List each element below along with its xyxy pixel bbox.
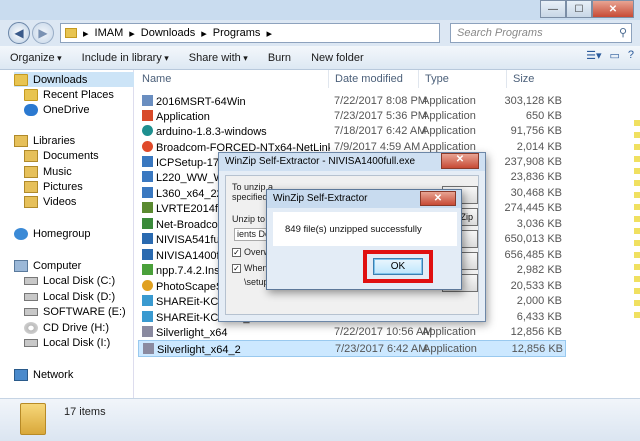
burn-button[interactable]: Burn (258, 52, 301, 64)
app-icon (142, 249, 153, 260)
navigation-pane: Downloads Recent Places OneDrive Librari… (0, 70, 134, 398)
message-box-close-button[interactable]: ✕ (420, 191, 456, 206)
silverlight-icon (143, 343, 154, 354)
nav-network[interactable]: Network (14, 367, 73, 382)
documents-icon (24, 149, 38, 162)
ok-button[interactable]: OK (373, 258, 423, 275)
nav-recent-places[interactable]: Recent Places (24, 87, 114, 102)
search-placeholder: Search Programs (457, 27, 543, 39)
computer-icon (14, 259, 28, 272)
message-box-title: WinZip Self-Extractor ✕ (267, 190, 461, 208)
hard-disk-icon (24, 338, 38, 347)
nav-drive-i[interactable]: Local Disk (I:) (24, 335, 110, 350)
help-icon[interactable]: ? (628, 49, 634, 62)
app-icon (142, 110, 153, 121)
back-button[interactable]: ◀ (8, 22, 30, 44)
new-folder-button[interactable]: New folder (301, 52, 374, 64)
dialog-close-button[interactable]: ✕ (441, 153, 479, 169)
file-row-selected[interactable]: Silverlight_x64_2 7/23/2017 6:42 AM Applic… (138, 340, 566, 357)
breadcrumb-imam[interactable]: IMAM (95, 27, 124, 39)
status-bar: 17 items (0, 398, 640, 441)
nav-documents[interactable]: Documents (24, 148, 99, 163)
downloads-folder-icon (14, 73, 28, 86)
hard-disk-icon (24, 292, 38, 301)
nav-pictures[interactable]: Pictures (24, 179, 83, 194)
message-area: 849 file(s) unzipped successfully (273, 212, 457, 246)
nav-libraries[interactable]: Libraries (14, 133, 75, 148)
column-header-date[interactable]: Date modified (328, 70, 418, 88)
forward-button[interactable]: ▶ (32, 22, 54, 44)
homegroup-icon (14, 227, 28, 240)
silverlight-icon (142, 326, 153, 337)
breadcrumb-programs[interactable]: Programs (213, 27, 261, 39)
organize-button[interactable]: Organize (0, 52, 72, 64)
app-icon (142, 95, 153, 106)
message-text: 849 file(s) unzipped successfully (285, 224, 422, 235)
file-row[interactable]: arduino-1.8.3-windows 7/18/2017 6:42 AM Ap… (138, 123, 566, 140)
hard-disk-icon (24, 307, 38, 316)
network-icon (14, 368, 28, 381)
folder-icon (65, 28, 77, 38)
command-bar: Organize Include in library Share with B… (0, 46, 640, 70)
column-header-type[interactable]: Type (418, 70, 508, 88)
app-icon (142, 171, 153, 182)
forward-arrow-icon: ▶ (38, 26, 48, 40)
breadcrumb-downloads[interactable]: Downloads (141, 27, 195, 39)
title-bar: — ☐ ✕ (0, 0, 640, 20)
item-count: 17 items (64, 406, 106, 418)
view-options-icon[interactable]: ☰▾ (586, 49, 601, 62)
overwrite-checkbox[interactable]: ✓ (232, 248, 241, 257)
close-button[interactable]: ✕ (592, 0, 634, 18)
music-icon (24, 165, 38, 178)
nav-music[interactable]: Music (24, 164, 72, 179)
share-with-button[interactable]: Share with (179, 52, 258, 64)
app-icon (142, 156, 153, 167)
nav-homegroup[interactable]: Homegroup (14, 226, 90, 241)
dialog-title: WinZip Self-Extractor - NIVISA1400full.e… (219, 153, 485, 171)
nav-drive-d[interactable]: Local Disk (D:) (24, 289, 115, 304)
nav-downloads[interactable]: Downloads (14, 72, 134, 87)
search-icon: ⚲ (618, 27, 627, 39)
column-header-size[interactable]: Size (506, 70, 566, 88)
nav-drive-h[interactable]: CD Drive (H:) (24, 320, 109, 335)
nav-onedrive[interactable]: OneDrive (24, 102, 89, 117)
recent-places-icon (24, 88, 38, 101)
nav-drive-c[interactable]: Local Disk (C:) (24, 273, 115, 288)
cd-drive-icon (24, 321, 38, 334)
shareit-icon (142, 311, 153, 322)
photoscape-icon (142, 280, 153, 291)
nav-videos[interactable]: Videos (24, 194, 76, 209)
address-row: ◀ ▶ ▸ IMAM ▸ Downloads ▸ Programs ▸ ↻ Se… (0, 20, 640, 46)
minimize-button[interactable]: — (540, 0, 566, 18)
search-input[interactable]: Search Programs ⚲ (450, 23, 632, 43)
shareit-icon (142, 295, 153, 306)
onedrive-icon (24, 103, 38, 116)
background-window-edge (634, 120, 640, 320)
videos-icon (24, 195, 38, 208)
libraries-icon (14, 134, 28, 147)
when-done-checkbox[interactable]: ✓ (232, 264, 241, 273)
app-icon (142, 233, 153, 244)
nav-computer[interactable]: Computer (14, 258, 81, 273)
preview-pane-icon[interactable]: ▭ (609, 49, 619, 62)
pictures-icon (24, 180, 38, 193)
breadcrumb[interactable]: ▸ IMAM ▸ Downloads ▸ Programs ▸ ↻ (60, 23, 492, 43)
folder-icon (20, 403, 46, 435)
app-icon (142, 141, 153, 152)
ok-highlight-box: OK (363, 250, 433, 283)
include-in-library-button[interactable]: Include in library (72, 52, 179, 64)
app-icon (142, 187, 153, 198)
arduino-icon (142, 125, 153, 136)
hard-disk-icon (24, 276, 38, 285)
column-header-name[interactable]: Name (142, 70, 332, 88)
app-icon (142, 218, 153, 229)
app-icon (142, 202, 153, 213)
maximize-button[interactable]: ☐ (566, 0, 592, 18)
notepad-plus-plus-icon (142, 264, 153, 275)
file-row[interactable]: Silverlight_x64 7/22/2017 10:56 AM Applica… (138, 324, 566, 341)
back-arrow-icon: ◀ (14, 26, 24, 40)
nav-drive-e[interactable]: SOFTWARE (E:) (24, 304, 126, 319)
message-box: WinZip Self-Extractor ✕ 849 file(s) unzi… (266, 189, 462, 290)
